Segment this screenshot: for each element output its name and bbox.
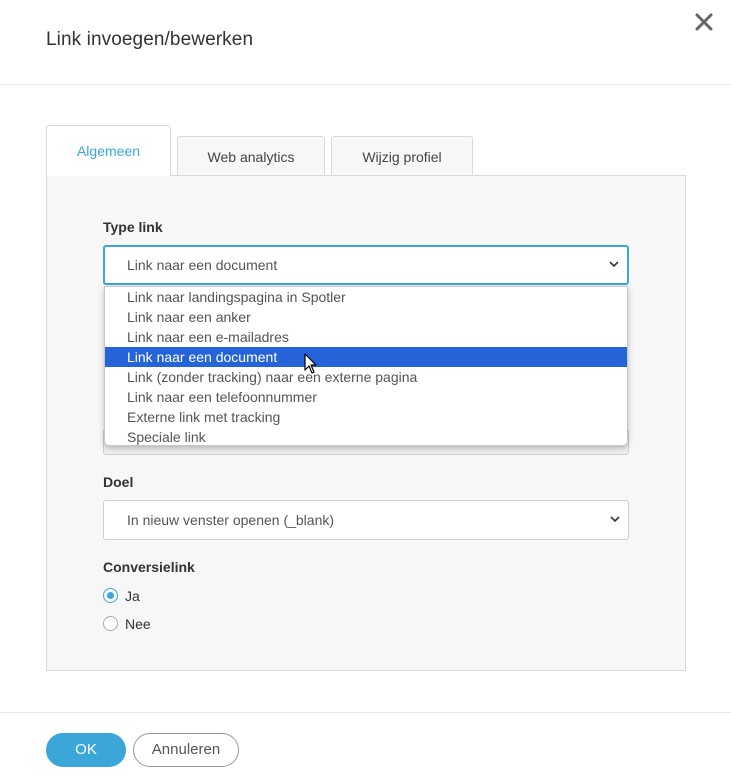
option-speciale-link[interactable]: Speciale link bbox=[105, 427, 627, 447]
tab-algemeen[interactable]: Algemeen bbox=[46, 125, 171, 176]
chevron-down-icon bbox=[610, 516, 620, 523]
tab-web-analytics[interactable]: Web analytics bbox=[177, 136, 325, 176]
cancel-button[interactable]: Annuleren bbox=[133, 733, 239, 767]
conversion-label: Conversielink bbox=[103, 559, 195, 575]
target-value: In nieuw venster openen (_blank) bbox=[127, 512, 335, 528]
radio-button-checked[interactable] bbox=[103, 588, 118, 603]
option-document[interactable]: Link naar een document bbox=[105, 347, 627, 367]
target-label: Doel bbox=[103, 474, 134, 490]
option-externe-tracking[interactable]: Externe link met tracking bbox=[105, 407, 627, 427]
close-icon[interactable] bbox=[692, 10, 716, 34]
option-landingspagina[interactable]: Link naar landingspagina in Spotler bbox=[105, 287, 627, 307]
target-select[interactable]: In nieuw venster openen (_blank) bbox=[103, 500, 629, 540]
link-type-label: Type link bbox=[103, 219, 163, 235]
option-anker[interactable]: Link naar een anker bbox=[105, 307, 627, 327]
ok-button[interactable]: OK bbox=[46, 733, 126, 767]
tab-wijzig-profiel[interactable]: Wijzig profiel bbox=[331, 136, 473, 176]
link-type-dropdown: Link naar landingspagina in Spotler Link… bbox=[104, 286, 628, 446]
footer-divider bbox=[0, 712, 731, 713]
link-type-select[interactable]: Link naar een document bbox=[103, 245, 629, 285]
mouse-cursor-icon bbox=[304, 353, 317, 374]
option-e-mailadres[interactable]: Link naar een e-mailadres bbox=[105, 327, 627, 347]
option-externe-pagina[interactable]: Link (zonder tracking) naar een externe … bbox=[105, 367, 627, 387]
link-type-value: Link naar een document bbox=[127, 257, 278, 273]
option-telefoonnummer[interactable]: Link naar een telefoonnummer bbox=[105, 387, 627, 407]
radio-label-ja: Ja bbox=[125, 588, 140, 604]
dialog-title: Link invoegen/bewerken bbox=[46, 29, 254, 50]
dialog-header: Link invoegen/bewerken bbox=[0, 0, 731, 85]
radio-button[interactable] bbox=[103, 616, 118, 631]
radio-label-nee: Nee bbox=[125, 616, 151, 632]
chevron-down-icon bbox=[609, 261, 619, 268]
